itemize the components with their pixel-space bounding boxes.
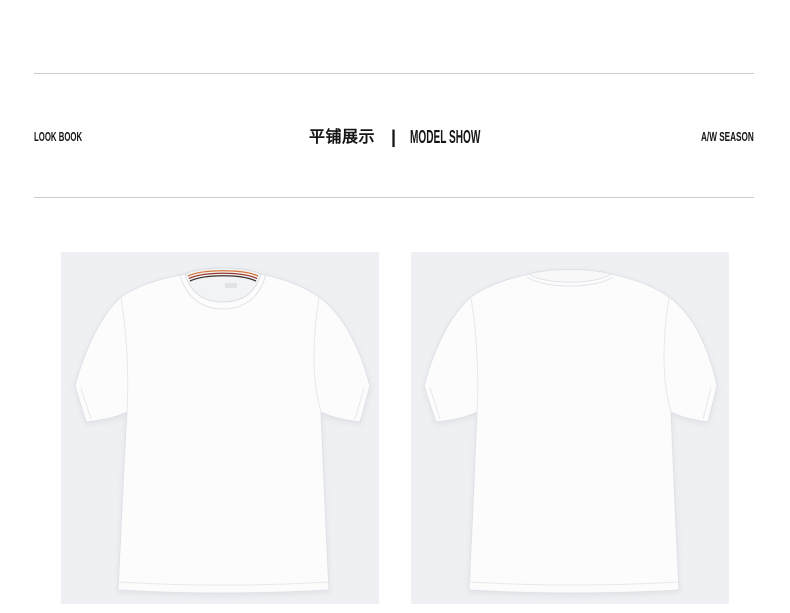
top-divider — [34, 73, 754, 74]
tshirt-back-photo — [411, 252, 729, 604]
section-title-en: MODEL SHOW — [410, 127, 481, 147]
product-image-back — [411, 252, 729, 604]
bottom-divider — [34, 197, 754, 198]
tshirt-front-photo — [61, 252, 379, 604]
section-title-cn: 平铺展示 — [309, 127, 376, 146]
title-separator: | — [391, 127, 397, 147]
season-label: A/W SEASON — [701, 129, 754, 144]
lookbook-section: LOOK BOOK 平铺展示 | MODEL SHOW A/W SEASON — [0, 0, 790, 613]
look-book-label: LOOK BOOK — [34, 129, 83, 144]
product-image-front — [61, 252, 379, 604]
neck-label — [225, 283, 237, 288]
